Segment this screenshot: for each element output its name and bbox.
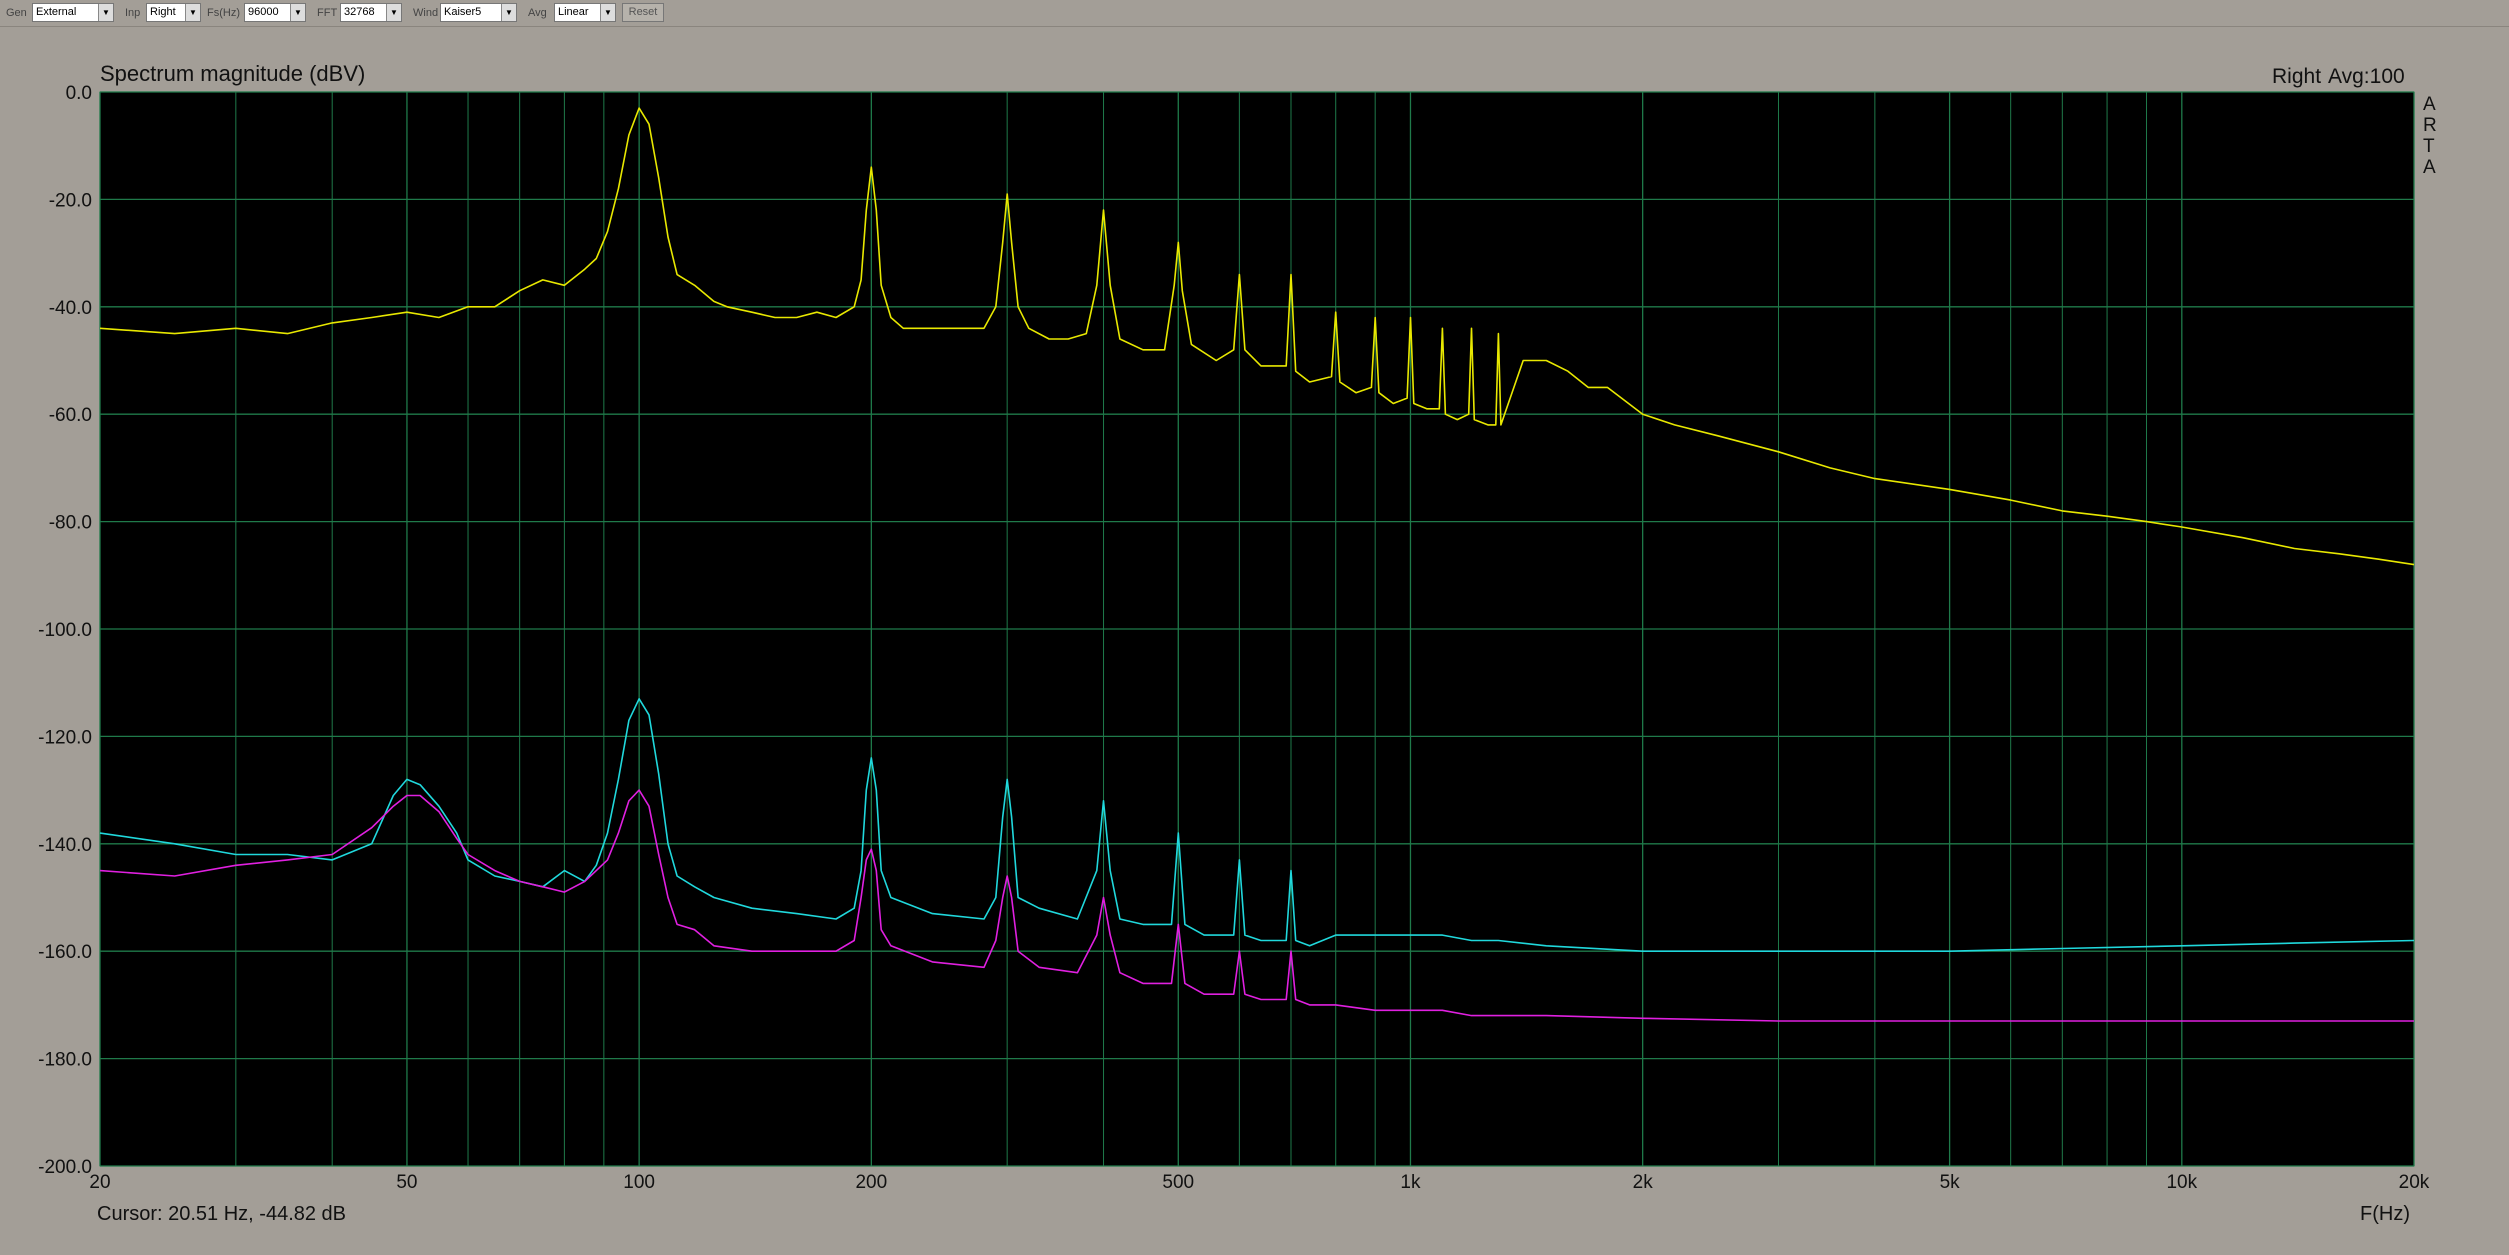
spectrum-chart[interactable]: Spectrum magnitude (dBV) Right Avg:100 0… [0,26,2509,1255]
fs-select[interactable]: 96000 ▼ [244,3,306,22]
reset-button[interactable]: Reset [622,3,664,22]
x-tick-label: 1k [1400,1172,1421,1193]
y-tick-label: -120.0 [38,727,92,748]
brand-letter: R [2423,115,2437,136]
y-tick-label: -60.0 [49,405,92,426]
x-tick-label: 50 [396,1172,417,1193]
fft-label: FFT [317,7,338,19]
x-tick-label: 500 [1162,1172,1194,1193]
chevron-down-icon: ▼ [386,4,401,21]
inp-select[interactable]: Right ▼ [146,3,201,22]
chevron-down-icon: ▼ [98,4,113,21]
inp-label: Inp [125,7,141,19]
gen-select[interactable]: External ▼ [32,3,114,22]
wind-select[interactable]: Kaiser5 ▼ [440,3,517,22]
chevron-down-icon: ▼ [501,4,516,21]
y-tick-label: 0.0 [66,83,92,104]
brand-letter: A [2423,157,2436,178]
x-tick-label: 5k [1940,1172,1961,1193]
x-tick-label: 200 [855,1172,887,1193]
x-tick-label: 100 [623,1172,655,1193]
y-tick-label: -160.0 [38,942,92,963]
fs-label: Fs(Hz) [207,7,240,19]
x-axis-label: F(Hz) [2360,1203,2410,1225]
x-axis-ticks: 20 50 100 200 500 1k 2k 5k 10k 20k [89,1172,2429,1193]
y-tick-label: -40.0 [49,298,92,319]
cursor-readout: Cursor: 20.51 Hz, -44.82 dB [97,1203,346,1225]
y-tick-label: -100.0 [38,620,92,641]
x-tick-label: 20 [89,1172,110,1193]
brand-letter: T [2423,136,2435,157]
y-tick-label: -140.0 [38,835,92,856]
x-tick-label: 2k [1633,1172,1654,1193]
fs-value: 96000 [248,6,279,18]
chevron-down-icon: ▼ [290,4,305,21]
wind-label: Wind [413,7,439,19]
x-tick-label: 20k [2399,1172,2430,1193]
chevron-down-icon: ▼ [185,4,200,21]
avg-label: Avg [528,7,547,19]
chart-title: Spectrum magnitude (dBV) [100,61,365,86]
fft-select[interactable]: 32768 ▼ [340,3,402,22]
inp-value: Right [150,6,176,18]
y-tick-label: -80.0 [49,513,92,534]
gen-value: External [36,6,77,18]
y-tick-label: -200.0 [38,1157,92,1178]
gen-label: Gen [6,7,27,19]
wind-value: Kaiser5 [444,6,482,18]
avg-select[interactable]: Linear ▼ [554,3,616,22]
avg-value: Linear [558,6,589,18]
chevron-down-icon: ▼ [600,4,615,21]
y-tick-label: -180.0 [38,1050,92,1071]
channel-label: Right [2272,65,2321,88]
fft-value: 32768 [344,6,375,18]
brand-letter: A [2423,94,2436,115]
avg-count-label: Avg:100 [2328,65,2405,88]
toolbar: Gen External ▼ Inp Right ▼ Fs(Hz) 96000 … [0,0,2509,27]
x-tick-label: 10k [2166,1172,2197,1193]
y-tick-label: -20.0 [49,190,92,211]
y-axis-ticks: 0.0 -20.0 -40.0 -60.0 -80.0 -100.0 -120.0 -140.… [38,83,92,1178]
